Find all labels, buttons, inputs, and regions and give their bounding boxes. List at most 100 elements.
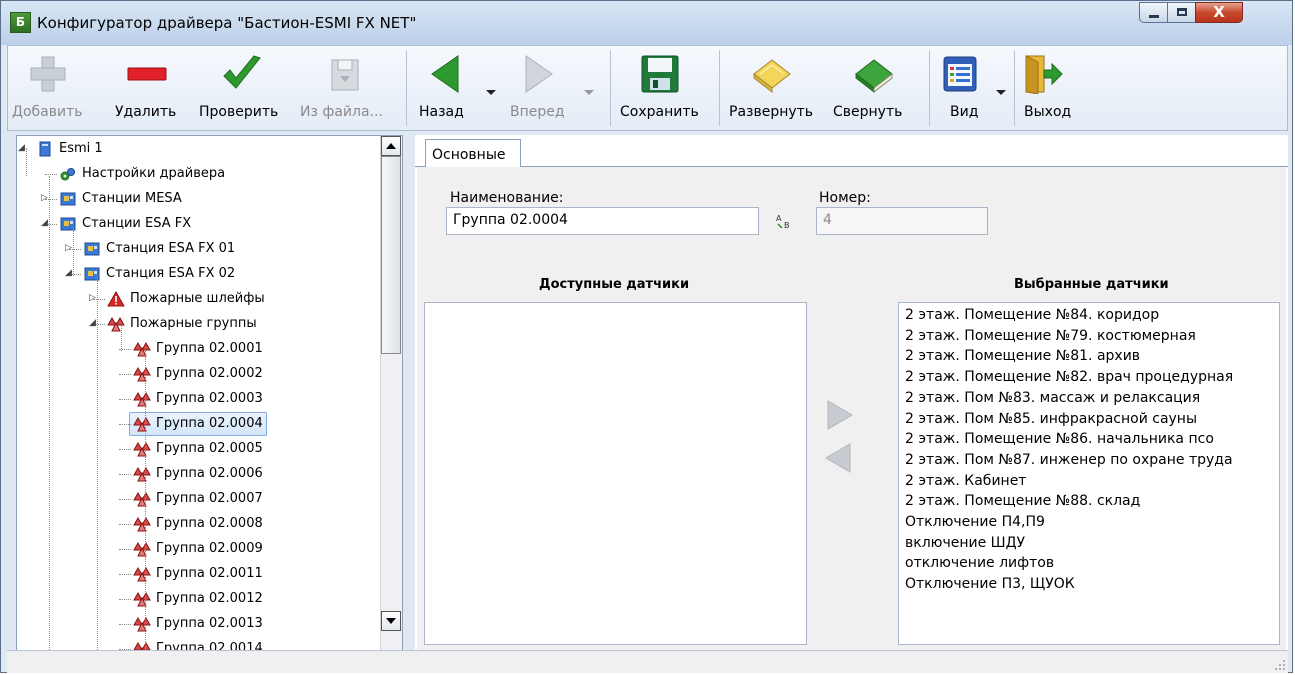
list-item[interactable]: 2 этаж. Помещение №84. коридор (905, 307, 1159, 323)
fire-group-icon (133, 591, 151, 606)
tree-item[interactable]: Группа 02.0004 (129, 412, 267, 436)
scroll-thumb[interactable] (381, 156, 401, 354)
name-label: Наименование: (450, 190, 564, 206)
collapse-node-icon[interactable]: ◢ (41, 218, 48, 228)
tree-item[interactable]: Станция ESA FX 01 (83, 238, 235, 260)
list-item[interactable]: 2 этаж. Помещение №86. начальника псо (905, 431, 1214, 447)
close-button[interactable]: X (1195, 2, 1243, 23)
exit-button[interactable]: Выход (1020, 46, 1084, 130)
move-left-icon[interactable] (824, 443, 854, 473)
gears-icon (60, 167, 75, 180)
check-button[interactable]: Проверить (198, 46, 288, 130)
delete-button[interactable]: Удалить (112, 46, 182, 130)
forward-dropdown-arrow[interactable] (584, 90, 594, 95)
collapse-node-icon[interactable]: ◢ (89, 318, 96, 328)
list-item[interactable]: включение ШДУ (905, 535, 1025, 551)
window-title: Конфигуратор драйвера "Бастион-ESMI FX N… (37, 14, 417, 32)
tree-item-label: Группа 02.0009 (156, 541, 263, 556)
config-tree[interactable]: Esmi 1 Настройки драйвера Станции MESA Стан… (16, 135, 403, 652)
tab-main[interactable]: Основные (425, 139, 521, 167)
fire-group-icon (133, 391, 151, 406)
expand-node-icon[interactable]: ▷ (89, 293, 96, 303)
tree-item[interactable]: Группа 02.0009 (133, 538, 263, 560)
list-item[interactable]: отключение лифтов (905, 555, 1054, 571)
collapse-node-icon[interactable]: ◢ (65, 268, 72, 278)
minimize-button[interactable] (1139, 2, 1168, 23)
fire-group-icon (133, 616, 151, 631)
from-file-button[interactable]: Из файла... (300, 46, 392, 130)
tree-item[interactable]: Пожарные группы (107, 313, 257, 335)
list-item[interactable]: 2 этаж. Пом №85. инфракрасной сауны (905, 411, 1197, 427)
floppy-save-icon (641, 55, 679, 93)
fire-group-icon (133, 516, 151, 531)
scroll-down-button[interactable] (381, 611, 401, 631)
move-right-icon[interactable] (824, 400, 854, 430)
back-dropdown-arrow[interactable] (486, 90, 496, 95)
book-open-icon (753, 59, 791, 94)
name-field[interactable]: Группа 02.0004 (446, 207, 759, 235)
tree-item[interactable]: Группа 02.0008 (133, 513, 263, 535)
tree-item[interactable]: Станции ESA FX (59, 213, 191, 235)
list-item[interactable]: 2 этаж. Пом №87. инженер по охране труда (905, 452, 1233, 468)
tree-item[interactable]: Группа 02.0006 (133, 463, 263, 485)
tree-item-label: Пожарные группы (130, 316, 257, 331)
list-item[interactable]: 2 этаж. Помещение №88. склад (905, 493, 1140, 509)
expand-button[interactable]: Развернуть (726, 46, 822, 130)
available-sensors-list[interactable] (424, 302, 807, 645)
tree-item[interactable]: Пожарные шлейфы (107, 288, 265, 310)
tree-item[interactable]: Станция ESA FX 02 (83, 263, 235, 285)
tree-item[interactable]: Группа 02.0007 (133, 488, 263, 510)
tree-item-label: Группа 02.0006 (156, 466, 263, 481)
number-field[interactable]: 4 (816, 207, 988, 235)
station-icon (84, 242, 100, 255)
list-item[interactable]: 2 этаж. Помещение №79. костюмерная (905, 328, 1196, 344)
forward-button[interactable]: Вперед (506, 46, 602, 130)
tree-guide-line (119, 599, 131, 600)
list-item[interactable]: Отключение П4,П9 (905, 514, 1045, 530)
resize-grip-icon[interactable] (1274, 659, 1286, 671)
scroll-up-button[interactable] (381, 136, 401, 156)
expand-node-icon[interactable]: ▷ (41, 193, 48, 203)
list-item[interactable]: Отключение П3, ЩУОК (905, 576, 1075, 592)
add-button[interactable]: Добавить (12, 46, 90, 130)
tree-item[interactable]: Группа 02.0003 (133, 388, 263, 410)
tree-item-label: Группа 02.0008 (156, 516, 263, 531)
list-item[interactable]: 2 этаж. Помещение №82. врач процедурная (905, 369, 1233, 385)
tree-guide-line (26, 148, 27, 176)
list-item[interactable]: 2 этаж. Помещение №81. архив (905, 348, 1140, 364)
tree-item[interactable]: Группа 02.0013 (133, 613, 263, 635)
back-button[interactable]: Назад (418, 46, 498, 130)
list-item[interactable]: 2 этаж. Пом №83. массаж и релаксация (905, 390, 1200, 406)
bastion-app-icon[interactable]: Б (10, 12, 31, 33)
check-label: Проверить (199, 104, 279, 120)
svg-text:A: A (776, 214, 782, 223)
close-icon: X (1213, 3, 1225, 21)
toolbar-separator (719, 50, 720, 126)
selected-sensors-list[interactable]: 2 этаж. Помещение №84. коридор 2 этаж. По… (898, 302, 1280, 645)
tree-item-label: Станции ESA FX (82, 216, 192, 231)
tree-item[interactable]: Группа 02.0002 (133, 363, 263, 385)
scroll-up-icon (386, 143, 396, 149)
view-dropdown-arrow[interactable] (996, 90, 1006, 95)
tree-item[interactable]: Станции MESA (59, 188, 182, 210)
list-item[interactable]: 2 этаж. Кабинет (905, 473, 1026, 489)
tree-item[interactable]: Группа 02.0005 (133, 438, 263, 460)
tree-item[interactable]: Группа 02.0001 (133, 338, 263, 360)
save-button[interactable]: Сохранить (616, 46, 712, 130)
tree-item[interactable]: Настройки драйвера (59, 163, 225, 185)
collapse-node-icon[interactable]: ◢ (18, 143, 25, 153)
tree-item[interactable]: Группа 02.0012 (133, 588, 263, 610)
scroll-down-icon (386, 618, 396, 624)
title-bar[interactable]: Б Конфигуратор драйвера "Бастион-ESMI FX… (1, 1, 1292, 45)
fire-group-icon (133, 441, 151, 456)
view-button[interactable]: Вид (936, 46, 1010, 130)
expand-node-icon[interactable]: ▷ (65, 243, 72, 253)
collapse-button[interactable]: Свернуть (830, 46, 922, 130)
tree-scrollbar[interactable] (380, 136, 402, 651)
fire-group-icon (133, 466, 151, 481)
auto-name-icon[interactable]: A B (775, 212, 793, 230)
maximize-button[interactable] (1167, 2, 1196, 23)
tree-guide-line (73, 228, 74, 276)
tree-item[interactable]: Группа 02.0011 (133, 563, 263, 585)
tree-item[interactable]: Esmi 1 (36, 138, 103, 160)
